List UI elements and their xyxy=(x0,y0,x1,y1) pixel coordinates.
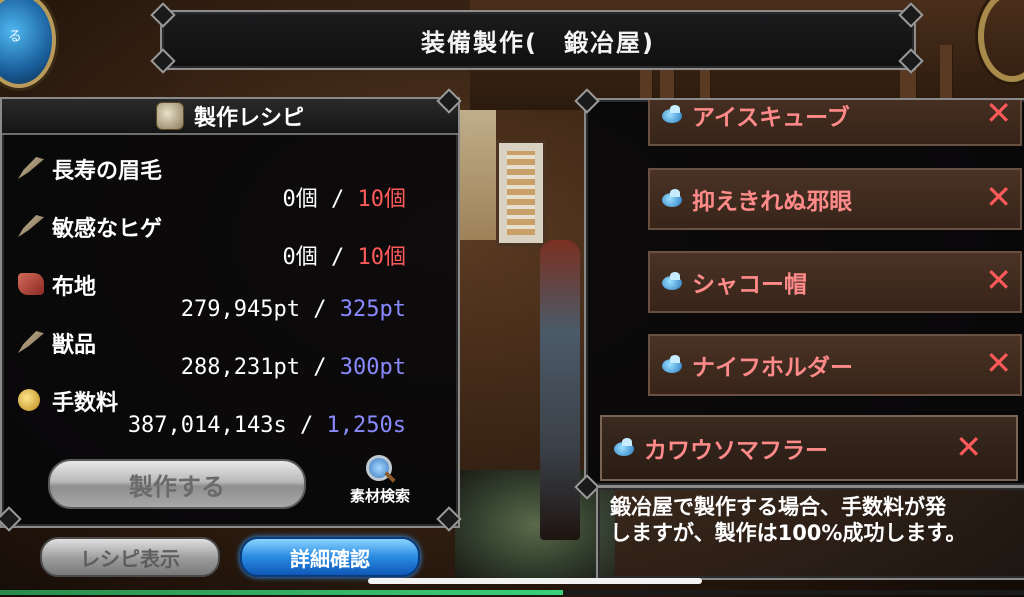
ingredient-row: 布地 279,945pt / 325pt xyxy=(2,269,442,325)
wall-poster xyxy=(496,140,546,246)
progress-fill xyxy=(0,590,564,595)
home-indicator[interactable] xyxy=(368,578,702,584)
material-search-button[interactable]: 素材検索 xyxy=(340,455,420,515)
menu-orb-button[interactable]: る xyxy=(0,0,56,88)
ingredient-quantity: 0個 / 10個 xyxy=(282,245,407,270)
info-message: 鍛冶屋で製作する場合、手数料が発 しますが、製作は100%成功します。 xyxy=(610,495,967,545)
feather-icon xyxy=(18,331,44,353)
list-item[interactable]: アイスキューブ ✕ xyxy=(648,100,1022,146)
item-name: アイスキューブ xyxy=(692,105,850,131)
recipe-panel-header: 製作レシピ xyxy=(2,99,458,135)
orb-label: る xyxy=(8,29,22,45)
list-item[interactable]: 抑えきれぬ邪眼 ✕ xyxy=(648,168,1022,230)
progress-bar xyxy=(0,590,1024,595)
ingredient-row: 長寿の眉毛 0個 / 10個 xyxy=(2,153,442,212)
ingredient-quantity: 279,945pt / 325pt xyxy=(180,297,406,322)
ingredient-name: 長寿の眉毛 xyxy=(52,159,163,184)
magnifier-icon xyxy=(366,455,396,483)
craft-button-label: 製作する xyxy=(129,472,225,501)
ingredient-name: 敏感なヒゲ xyxy=(52,217,163,242)
potion-icon xyxy=(662,105,684,125)
list-item[interactable]: シャコー帽 ✕ xyxy=(648,251,1022,313)
detail-confirm-button[interactable]: 詳細確認 xyxy=(240,537,420,577)
remove-icon[interactable]: ✕ xyxy=(955,429,982,465)
ingredient-quantity: 387,014,143s / 1,250s xyxy=(127,413,406,438)
ingredient-row: 手数料 387,014,143s / 1,250s xyxy=(2,385,442,441)
remove-icon[interactable]: ✕ xyxy=(985,262,1012,298)
recipe-show-button[interactable]: レシピ表示 xyxy=(40,537,220,577)
message-panel: 鍛冶屋で製作する場合、手数料が発 しますが、製作は100%成功します。 xyxy=(596,486,1024,580)
npc-character xyxy=(540,240,580,540)
detail-confirm-label: 詳細確認 xyxy=(290,546,370,571)
coin-icon xyxy=(18,389,40,411)
feather-icon xyxy=(18,215,44,237)
remove-icon[interactable]: ✕ xyxy=(985,345,1012,381)
remove-icon[interactable]: ✕ xyxy=(985,179,1012,215)
recipe-scroll-icon xyxy=(155,102,184,130)
item-name: 抑えきれぬ邪眼 xyxy=(692,189,853,215)
feather-icon xyxy=(18,157,44,179)
material-search-label: 素材検索 xyxy=(349,487,410,505)
recipe-panel: 製作レシピ 長寿の眉毛 0個 / 10個 敏感なヒゲ 0個 / 10個 布地 2… xyxy=(0,97,460,528)
ingredient-name: 獣品 xyxy=(52,333,97,358)
ingredient-quantity: 0個 / 10個 xyxy=(282,187,407,212)
ingredient-row: 獣品 288,231pt / 300pt xyxy=(2,327,442,383)
ingredient-row: 敏感なヒゲ 0個 / 10個 xyxy=(2,211,442,270)
potion-icon xyxy=(662,272,684,292)
recipe-show-label: レシピ表示 xyxy=(80,546,180,571)
craft-button[interactable]: 製作する xyxy=(48,459,306,509)
cloth-icon xyxy=(18,273,44,295)
ingredient-name: 手数料 xyxy=(52,391,119,416)
ingredient-name: 布地 xyxy=(52,275,97,300)
page-title: 装備製作( 鍛冶屋) xyxy=(421,28,655,57)
ingredient-quantity: 288,231pt / 300pt xyxy=(180,355,406,380)
item-name: シャコー帽 xyxy=(692,272,807,298)
potion-icon xyxy=(662,189,684,209)
item-name: ナイフホルダー xyxy=(692,355,853,381)
lamp-shade xyxy=(456,110,496,240)
item-name: カワウソマフラー xyxy=(644,438,828,464)
recipe-panel-title: 製作レシピ xyxy=(193,106,304,131)
list-item[interactable]: ナイフホルダー ✕ xyxy=(648,334,1022,396)
potion-icon xyxy=(662,355,684,375)
title-bar: 装備製作( 鍛冶屋) xyxy=(160,10,916,70)
selected-list-item[interactable]: カワウソマフラー ✕ xyxy=(600,415,1018,481)
potion-icon xyxy=(614,438,636,458)
remove-icon[interactable]: ✕ xyxy=(985,100,1012,131)
book-spine xyxy=(940,45,953,100)
